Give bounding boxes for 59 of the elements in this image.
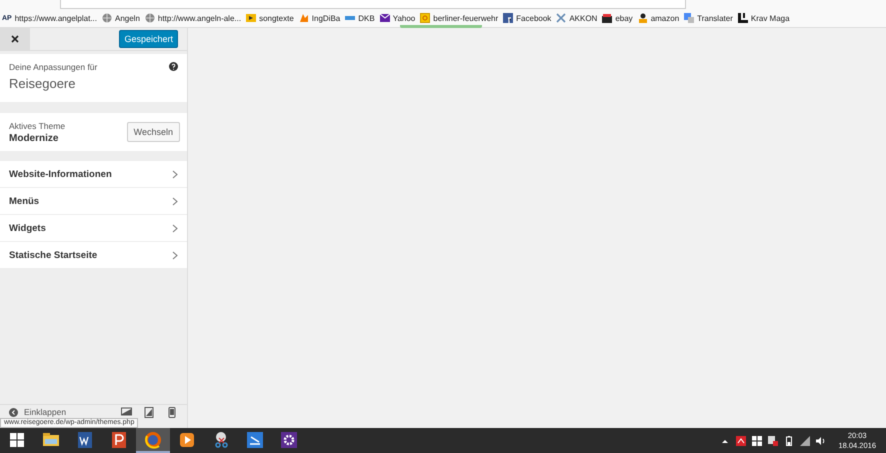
theme-name: Modernize: [9, 132, 60, 144]
facebook-icon: [503, 13, 514, 23]
grid-icon[interactable]: [752, 436, 762, 446]
bookmark-link[interactable]: Facebook: [516, 14, 552, 22]
close-button[interactable]: [0, 28, 30, 50]
play-icon: [178, 430, 196, 448]
chevron-right-icon: [172, 196, 178, 206]
section-item[interactable]: Website-Informationen: [0, 161, 187, 188]
bookmark-link[interactable]: AKKON: [569, 14, 598, 22]
bookmark-link[interactable]: https://www.angelplat...: [14, 14, 97, 22]
translate-icon: [684, 13, 694, 23]
shield-icon[interactable]: [736, 436, 746, 446]
envelope-icon: [380, 13, 390, 23]
firefox-icon: [144, 430, 162, 448]
bookmark-link[interactable]: berliner-feuerwehr: [433, 14, 498, 22]
windows-logo-icon: [10, 432, 24, 446]
section-item[interactable]: Widgets: [0, 215, 187, 242]
word-icon: [76, 430, 94, 448]
folder-icon: [246, 13, 256, 23]
shopping-bag-icon: [602, 13, 612, 23]
cross-icon: [556, 13, 566, 23]
bookmark-link[interactable]: http://www.angeln-ale...: [158, 14, 242, 22]
change-theme-button[interactable]: Wechseln: [126, 122, 180, 142]
help-icon[interactable]: [169, 62, 178, 71]
person-icon: [638, 13, 648, 23]
theme-label: Aktives Theme: [9, 120, 66, 130]
section-item[interactable]: Menüs: [0, 188, 187, 215]
bookmark-link[interactable]: amazon: [650, 14, 680, 22]
collapse-link[interactable]: Einklappen: [24, 407, 66, 417]
signal-icon[interactable]: [800, 436, 810, 446]
gear-icon: [280, 430, 298, 448]
bookmark-link[interactable]: Angeln: [115, 14, 140, 22]
customizing-heading: Deine Anpassungen für: [9, 62, 98, 72]
scanner-icon: [246, 430, 264, 448]
battery-icon[interactable]: [784, 436, 794, 446]
section-item[interactable]: Statische Startseite: [0, 242, 187, 269]
bookmark-link[interactable]: Yahoo: [392, 14, 416, 22]
bookmark-link[interactable]: ebay: [615, 14, 633, 22]
chevron-right-icon: [172, 170, 178, 178]
bookmark-link[interactable]: IngDiBa: [312, 14, 340, 22]
folder-icon: [42, 430, 60, 448]
collapse-icon[interactable]: [9, 408, 18, 416]
flag-icon[interactable]: [768, 436, 778, 446]
globe-icon: [144, 13, 155, 23]
bookmark-link[interactable]: Translater: [697, 14, 733, 22]
bookmark-link[interactable]: songtexte: [259, 14, 294, 22]
chevron-right-icon: [172, 224, 178, 232]
bookmark-link[interactable]: DKB: [358, 14, 375, 22]
bookmark-link[interactable]: Krav Maga: [750, 14, 790, 22]
chevron-right-icon: [172, 250, 178, 260]
presentation-icon: [110, 430, 128, 448]
desktop-icon[interactable]: [121, 407, 132, 418]
phone-icon[interactable]: [167, 407, 178, 418]
tablet-icon[interactable]: [144, 407, 155, 418]
globe-icon: [102, 13, 112, 23]
site-name: Reisegoere: [9, 76, 76, 91]
close-icon: [11, 35, 19, 43]
saved-button[interactable]: Gespeichert: [119, 30, 178, 48]
speaker-icon[interactable]: [816, 436, 826, 446]
